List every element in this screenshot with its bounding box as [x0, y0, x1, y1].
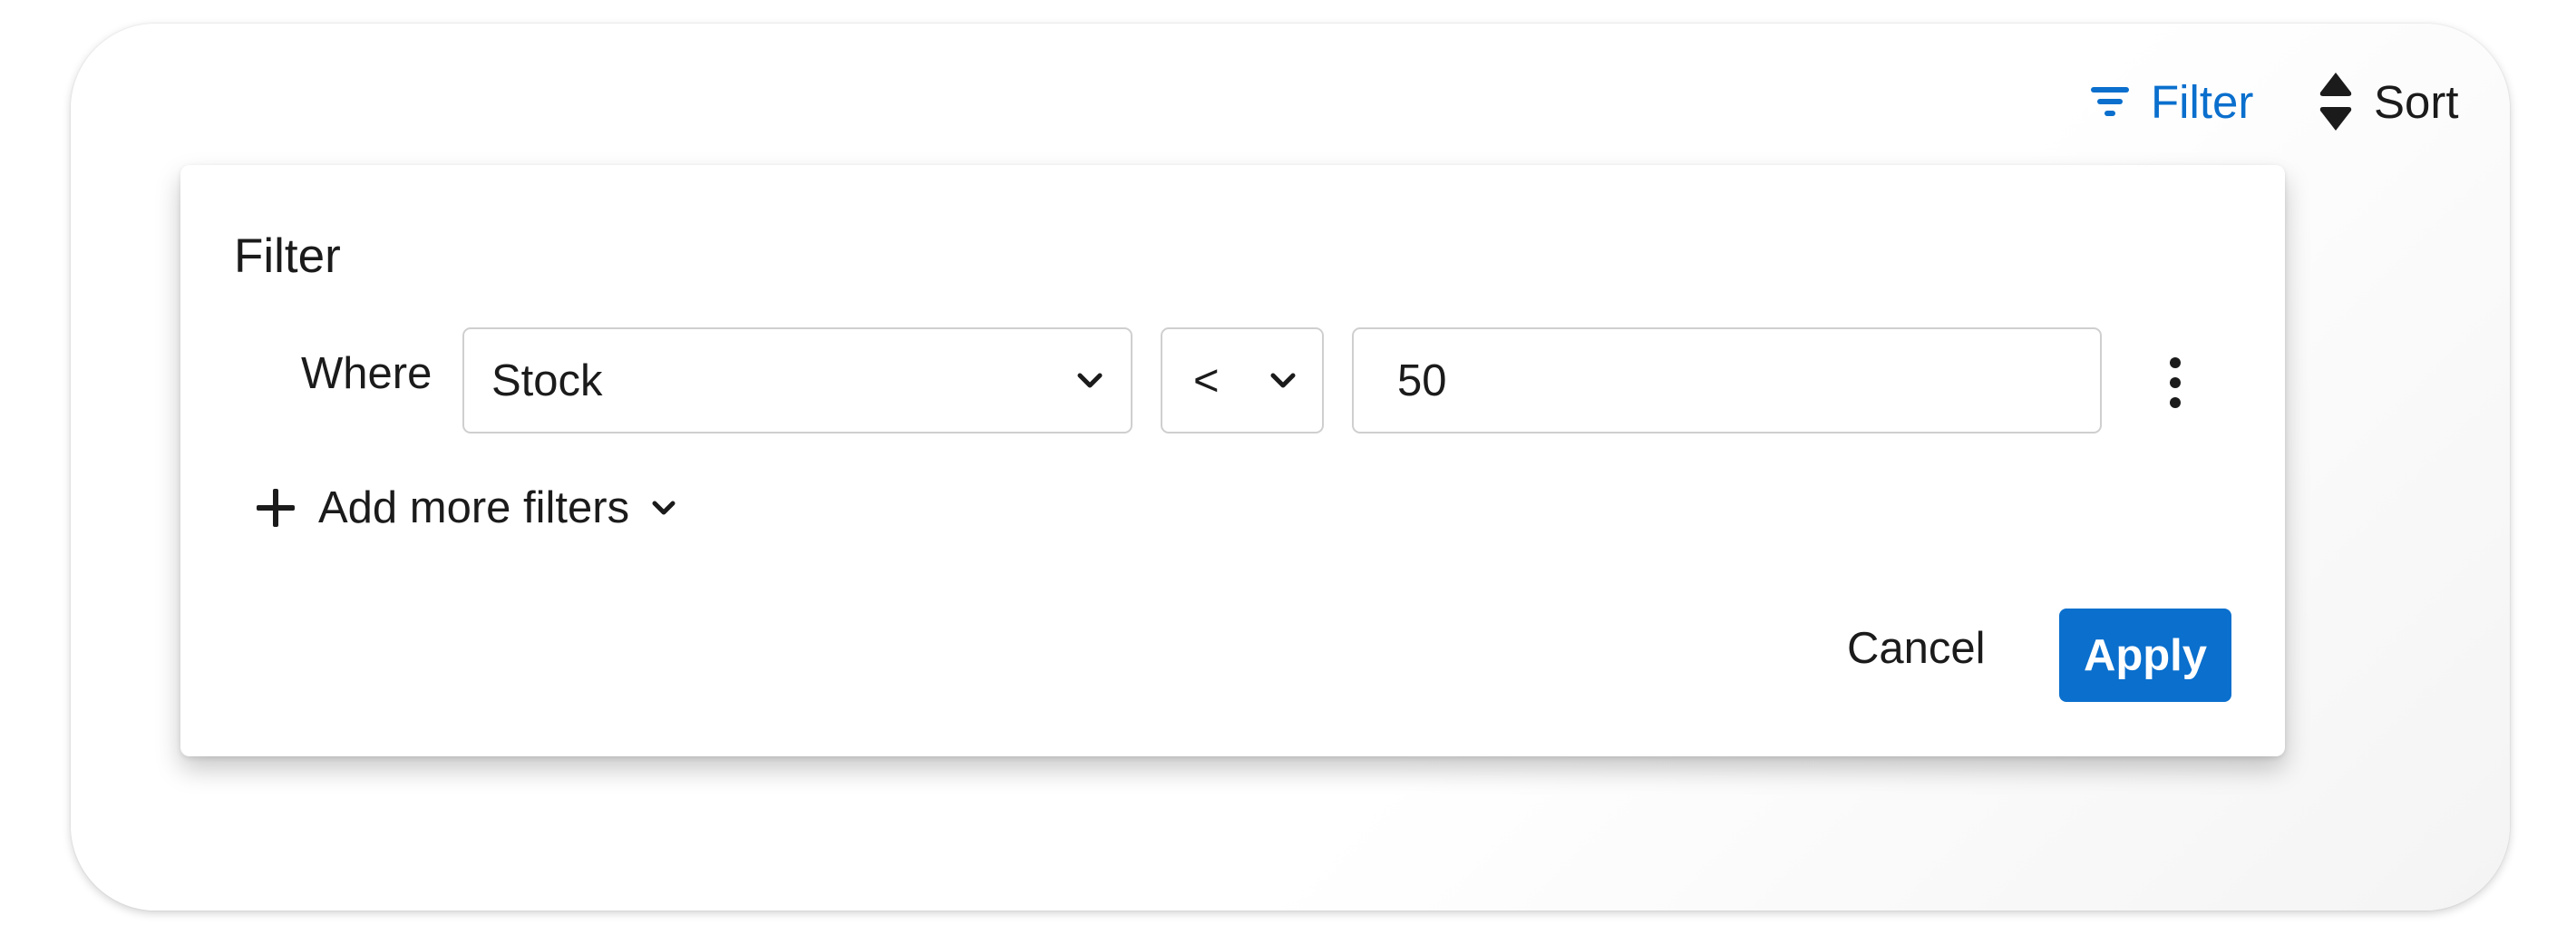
popover-title: Filter — [234, 229, 341, 283]
plus-icon — [257, 489, 295, 527]
operator-select-value: < — [1193, 355, 1220, 405]
filter-button-label: Filter — [2151, 75, 2254, 128]
apply-button[interactable]: Apply — [2059, 609, 2231, 702]
field-select-value: Stock — [491, 355, 603, 405]
chevron-down-icon — [1076, 372, 1103, 390]
add-more-filters-button[interactable]: Add more filters — [257, 472, 676, 544]
filter-value-text: 50 — [1397, 355, 1447, 405]
cancel-button[interactable]: Cancel — [1847, 612, 1986, 685]
field-select[interactable]: Stock — [462, 327, 1132, 433]
more-options-icon[interactable] — [2157, 346, 2193, 419]
add-more-filters-label: Add more filters — [318, 483, 630, 532]
sort-button-label: Sort — [2374, 75, 2459, 128]
filter-button[interactable]: Filter — [2089, 65, 2253, 138]
chevron-down-icon — [651, 500, 676, 516]
filter-lines-icon — [2089, 83, 2131, 120]
filter-value-input[interactable]: 50 — [1352, 327, 2102, 433]
operator-select[interactable]: < — [1161, 327, 1324, 433]
filter-popover: Filter Where Stock < 50 Add more filters… — [180, 165, 2285, 756]
where-label: Where — [301, 349, 433, 398]
sort-button[interactable]: Sort — [2318, 65, 2459, 138]
sort-updown-icon — [2318, 69, 2354, 134]
chevron-down-icon — [1269, 372, 1297, 390]
